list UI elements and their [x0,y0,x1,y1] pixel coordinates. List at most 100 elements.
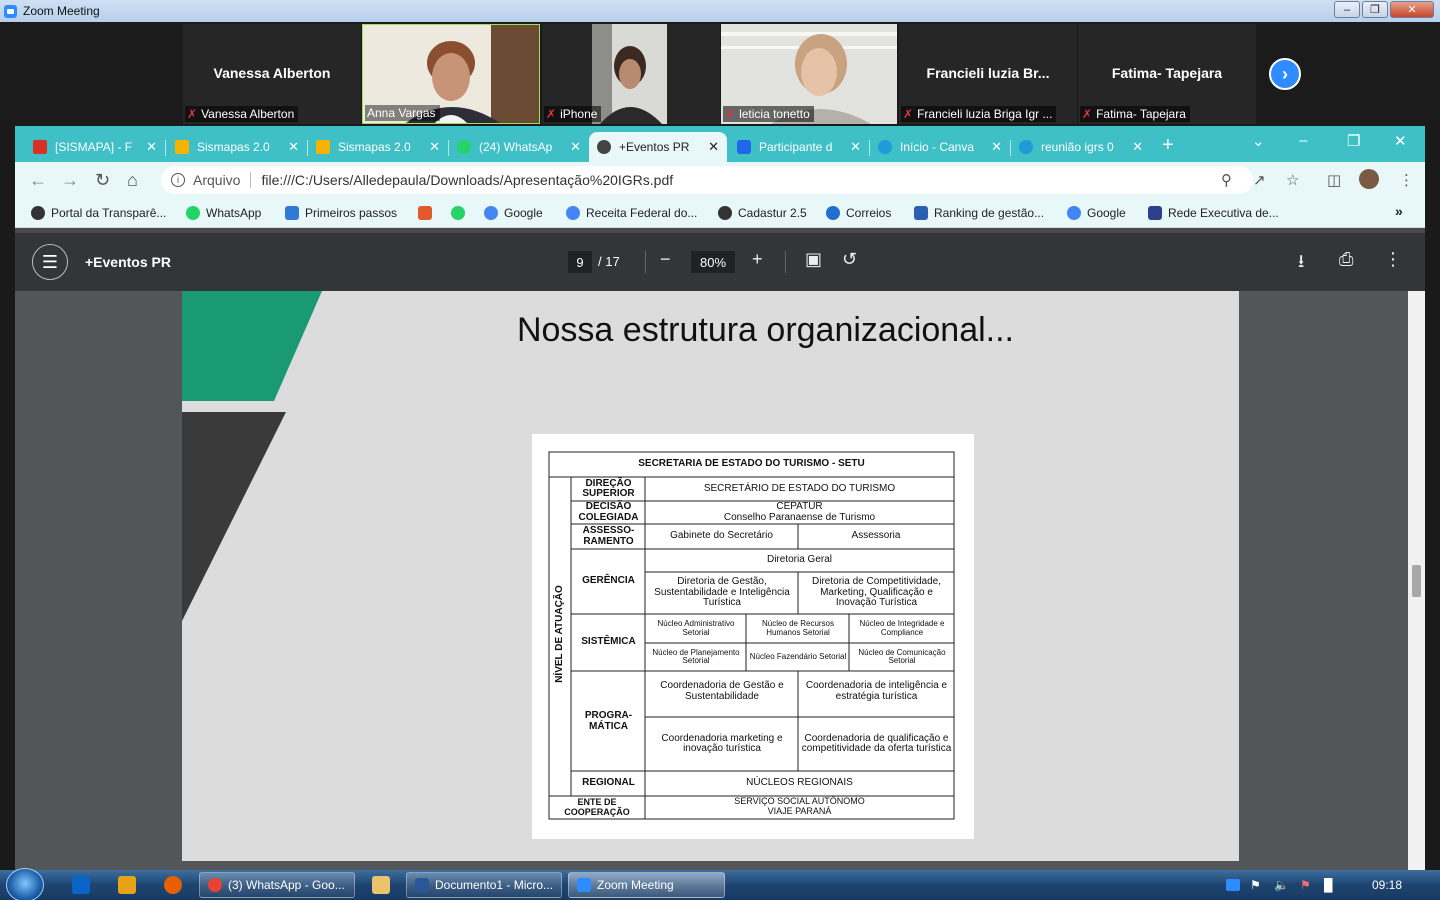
close-tab-icon[interactable]: ✕ [146,139,157,155]
bookmark-item[interactable]: Google [1067,206,1126,220]
firefox-icon[interactable] [164,876,182,894]
bookmark-label: Cadastur 2.5 [738,206,807,220]
drive-icon [316,140,330,154]
maximize-button[interactable]: ❐ [1362,1,1388,18]
home-icon[interactable]: ⌂ [127,170,138,191]
outlook-icon[interactable] [72,876,90,894]
participant-tile[interactable]: Fatima- Tapejara ✗ Fatima- Tapejara [1078,24,1256,124]
participant-tile[interactable]: ✗ leticia tonetto [721,24,897,124]
bookmark-item[interactable]: WhatsApp [186,206,261,220]
url-text: file:///C:/Users/Alledepaula/Downloads/A… [261,172,674,188]
taskbar-button-word[interactable]: Documento1 - Micro... [406,872,562,898]
menu-kebab-icon[interactable]: ⋮ [1399,171,1414,189]
bookmark-star-icon[interactable]: ☆ [1286,171,1299,189]
zoom-level-input[interactable]: 80% [691,251,735,273]
close-tab-icon[interactable]: ✕ [570,139,581,155]
volume-icon[interactable]: 🔈 [1274,878,1289,892]
fit-page-icon[interactable]: ▣ [805,249,822,270]
zoom-tray-icon[interactable] [1226,879,1240,891]
zoom-in-icon[interactable]: + [752,249,763,270]
browser-tab-active[interactable]: +Eventos PR ✕ [589,132,727,162]
bookmark-app-icon [418,206,432,220]
back-icon[interactable]: ← [29,170,47,191]
bookmark-item[interactable] [418,206,432,220]
close-tab-icon[interactable]: ✕ [850,139,861,155]
flag-alert-icon[interactable]: ⚑ [1300,878,1311,892]
bookmark-item[interactable]: Cadastur 2.5 [718,206,807,220]
participant-tile[interactable]: Vanessa Alberton ✗ Vanessa Alberton [183,24,361,124]
org-level-label: PROGRA-MÁTICA [584,710,633,732]
canva-icon [878,140,892,154]
reload-icon[interactable]: ↻ [95,170,110,191]
org-cell: VIAJE PARANÁ [767,806,832,817]
share-icon[interactable]: ↗ [1253,171,1266,189]
gmail-icon [33,140,47,154]
bookmark-item[interactable] [451,206,465,220]
side-panel-icon[interactable]: ◫ [1327,171,1341,189]
bookmark-label: Ranking de gestão... [934,206,1045,220]
participant-label: Fatima- Tapejara [1096,107,1186,121]
bookmark-item[interactable]: Portal da Transparê... [31,206,166,220]
close-tab-icon[interactable]: ✕ [288,139,299,155]
participant-tile[interactable]: ✗ iPhone [542,24,720,124]
avatar[interactable] [1359,169,1379,189]
canva-icon [1019,140,1033,154]
new-tab-button[interactable]: + [1162,134,1174,157]
bookmark-label: Google [1087,206,1126,220]
bookmark-item[interactable]: Primeiros passos [285,206,397,220]
close-tab-icon[interactable]: ✕ [991,139,1002,155]
bookmark-item[interactable]: Receita Federal do... [566,206,697,220]
signal-icon[interactable]: █ [1324,878,1333,892]
info-icon[interactable]: i [171,173,185,187]
minimize-button[interactable]: – [1334,1,1360,18]
muted-mic-icon: ✗ [903,107,914,121]
minimize-button[interactable]: – [1299,132,1307,149]
taskbar-button-zoom[interactable]: Zoom Meeting [568,872,725,898]
bookmark-item[interactable]: Ranking de gestão... [914,206,1044,220]
taskbar: (3) WhatsApp - Goo... Documento1 - Micro… [0,868,1440,900]
start-button[interactable] [6,868,44,900]
bookmark-item[interactable]: Google [484,206,543,220]
browser-tab[interactable]: Sismapas 2.0 ✕ [167,132,307,162]
pdf-viewport[interactable]: Nossa estrutura organizacional... SECRET… [15,291,1425,870]
folder-icon[interactable] [372,876,390,894]
browser-tab[interactable]: (24) WhatsAp ✕ [449,132,589,162]
browser-tab[interactable]: Início - Canva ✕ [870,132,1010,162]
participant-tile[interactable]: Francieli luzia Br... ✗ Francieli luzia B… [899,24,1077,124]
org-cell: Coordenadoria de qualificação e competit… [801,732,952,754]
restore-button[interactable]: ❐ [1347,132,1360,150]
more-options-icon[interactable]: ⋮ [1384,249,1402,270]
scrollbar-thumb[interactable] [1412,565,1421,597]
chrome-icon [208,878,222,892]
close-button[interactable]: ✕ [1394,132,1407,150]
close-tab-icon[interactable]: ✕ [708,139,719,155]
network-shield-icon[interactable]: ⚑ [1250,878,1261,892]
download-icon[interactable]: ⭳ [1298,249,1304,279]
zoom-out-icon[interactable]: − [660,249,671,270]
browser-tab[interactable]: Sismapas 2.0 ✕ [308,132,448,162]
close-tab-icon[interactable]: ✕ [1132,139,1143,155]
browser-tab[interactable]: Participante d ✕ [729,132,869,162]
chevron-right-icon[interactable]: › [1269,58,1301,90]
browser-tab[interactable]: reunião igrs 0 ✕ [1011,132,1151,162]
browser-tab[interactable]: [SISMAPA] - F ✕ [25,132,165,162]
participant-label: leticia tonetto [739,107,810,121]
zoom-icon[interactable]: ⚲ [1221,171,1232,189]
bookmark-item[interactable]: Correios [826,206,891,220]
forward-icon[interactable]: → [61,170,79,191]
bookmark-item[interactable]: Rede Executiva de... [1148,206,1279,220]
address-bar[interactable]: i Arquivo file:///C:/Users/Alledepaula/D… [161,166,1253,194]
close-tab-icon[interactable]: ✕ [429,139,440,155]
rotate-icon[interactable]: ↺ [842,249,857,270]
muted-mic-icon: ✗ [725,107,736,121]
media-player-icon[interactable] [118,876,136,894]
page-number-input[interactable]: 9 [568,251,592,273]
bookmarks-overflow-button[interactable]: » [1395,203,1403,219]
participant-tile[interactable]: Anna Vargas [362,24,540,124]
hamburger-menu-icon[interactable]: ☰ [32,244,68,280]
print-icon[interactable]: ⎙ [1339,249,1353,270]
tab-search-icon[interactable]: ⌄ [1252,132,1265,150]
close-button[interactable]: ✕ [1390,1,1434,18]
scrollbar[interactable] [1408,291,1425,870]
taskbar-button-whatsapp[interactable]: (3) WhatsApp - Goo... [199,872,355,898]
